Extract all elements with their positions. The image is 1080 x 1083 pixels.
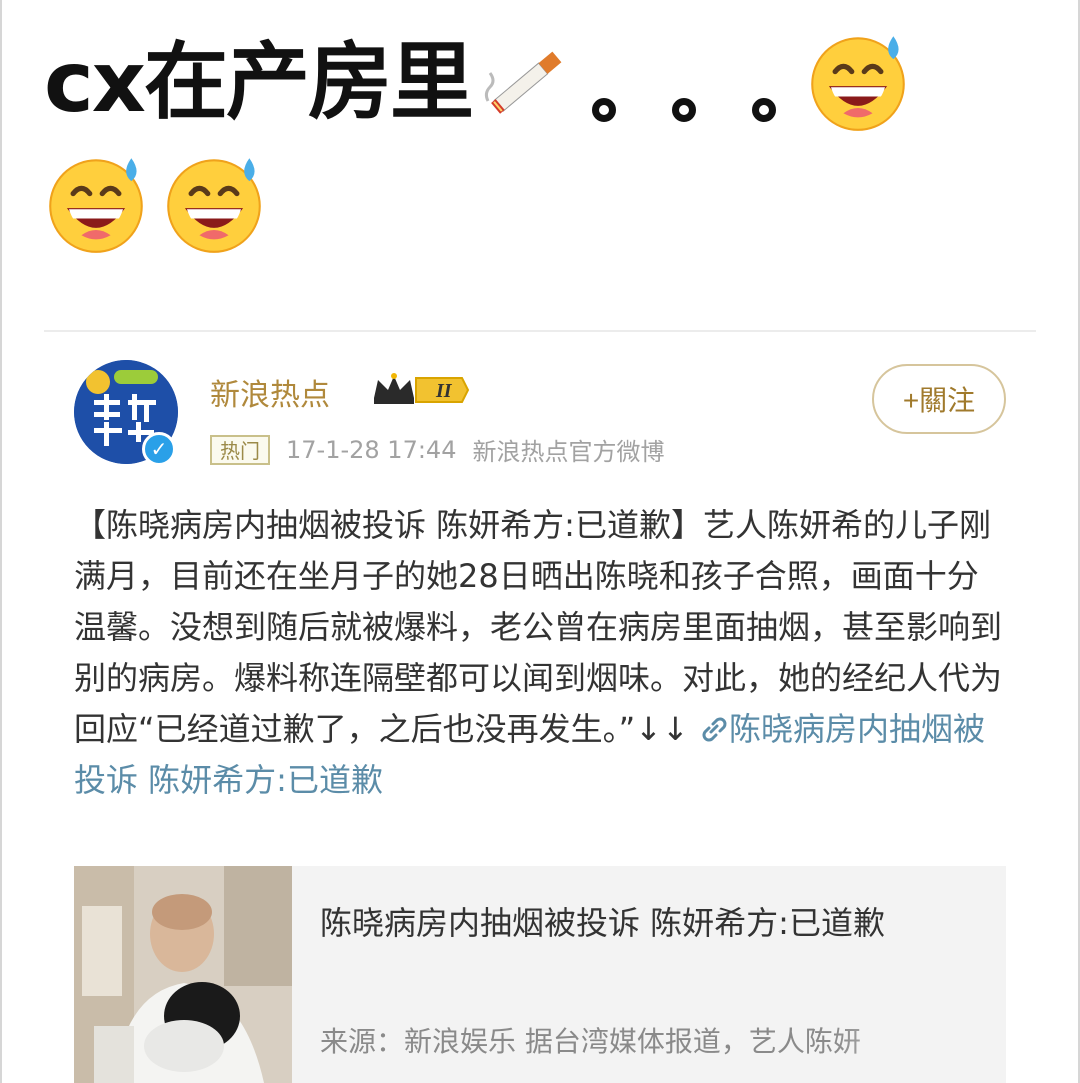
weibo-post-card: ✓ 新浪热点 II +關注 热门 17-1-28 17:44 新浪热点官方微博 … bbox=[44, 340, 1036, 1083]
dot-2 bbox=[671, 98, 696, 122]
caption: cx在产房里 bbox=[44, 22, 1044, 256]
grinning-sweat-emoji-2 bbox=[49, 158, 143, 253]
grinning-sweat-emoji-3 bbox=[167, 158, 261, 253]
cigarette-icon bbox=[484, 51, 562, 114]
left-border bbox=[0, 0, 2, 1083]
grinning-sweat-emoji-1 bbox=[811, 36, 905, 131]
article-title: 陈晓病房内抽烟被投诉 陈妍希方:已道歉 bbox=[320, 904, 885, 942]
divider bbox=[44, 330, 1036, 332]
post-meta: 热门 17-1-28 17:44 新浪热点官方微博 bbox=[210, 432, 664, 467]
post-body: 【陈晓病房内抽烟被投诉 陈妍希方:已道歉】艺人陈妍希的儿子刚满月，目前还在坐月子… bbox=[74, 500, 1006, 806]
dot-1 bbox=[591, 98, 616, 122]
person-holding-baby-photo bbox=[74, 866, 292, 1083]
username[interactable]: 新浪热点 bbox=[210, 370, 330, 414]
ellipsis-dots bbox=[591, 42, 776, 122]
article-preview[interactable]: 陈晓病房内抽烟被投诉 陈妍希方:已道歉 来源：新浪娱乐 据台湾媒体报道，艺人陈妍 bbox=[74, 866, 1006, 1083]
post-source: 新浪热点官方微博 bbox=[472, 438, 665, 466]
link-icon bbox=[702, 717, 727, 742]
caption-text: cx在产房里 bbox=[44, 33, 474, 131]
timestamp: 17-1-28 17:44 bbox=[286, 435, 457, 464]
dot-3 bbox=[751, 98, 776, 122]
article-thumbnail bbox=[74, 866, 292, 1083]
text-fade bbox=[834, 1006, 1006, 1083]
follow-button[interactable]: +關注 bbox=[872, 364, 1006, 434]
crown-level-badge-icon: II bbox=[374, 373, 470, 404]
svg-text:II: II bbox=[435, 380, 453, 402]
hot-tag: 热门 bbox=[210, 434, 270, 465]
verified-badge-icon: ✓ bbox=[142, 432, 176, 466]
